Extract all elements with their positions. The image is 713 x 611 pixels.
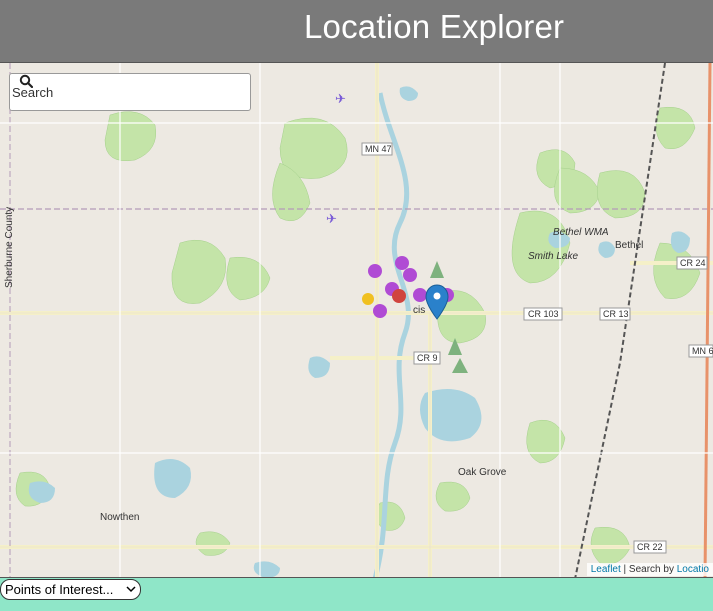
- svg-text:Oak Grove: Oak Grove: [458, 467, 507, 478]
- svg-text:CR 24: CR 24: [680, 258, 706, 268]
- map-view[interactable]: ✈ ✈ MN 47 CR 24 CR 103 CR 13 CR 9 MN 6 C…: [0, 62, 713, 578]
- app-header: Location Explorer: [0, 0, 713, 62]
- svg-text:cis: cis: [413, 305, 425, 316]
- poi-select-value: Points of Interest...: [5, 582, 114, 597]
- svg-text:MN 47: MN 47: [365, 144, 392, 154]
- poi-select[interactable]: Points of Interest...: [0, 579, 141, 600]
- map-tiles: ✈ ✈ MN 47 CR 24 CR 103 CR 13 CR 9 MN 6 C…: [0, 63, 713, 577]
- svg-text:Sherburne County: Sherburne County: [4, 207, 15, 288]
- svg-text:CR 103: CR 103: [528, 309, 559, 319]
- leaflet-link[interactable]: Leaflet: [591, 564, 621, 575]
- search-icon: [19, 74, 33, 88]
- svg-text:✈: ✈: [335, 92, 346, 107]
- attribution-separator: | Search by: [620, 564, 677, 575]
- svg-text:Smith Lake: Smith Lake: [528, 251, 578, 262]
- page-title: Location Explorer: [304, 8, 565, 45]
- svg-text:CR 9: CR 9: [417, 353, 438, 363]
- chevron-down-icon: [126, 586, 136, 593]
- svg-text:Bethel WMA: Bethel WMA: [553, 227, 609, 238]
- svg-text:Bethel: Bethel: [615, 240, 643, 251]
- svg-text:MN 6: MN 6: [692, 346, 713, 356]
- svg-text:CR 22: CR 22: [637, 542, 663, 552]
- search-input[interactable]: [10, 83, 204, 101]
- map-attribution: Leaflet | Search by Locatio: [586, 563, 713, 576]
- svg-text:Nowthen: Nowthen: [100, 512, 139, 523]
- svg-text:CR 13: CR 13: [603, 309, 629, 319]
- search-box[interactable]: [9, 73, 251, 111]
- search-provider-link[interactable]: Locatio: [677, 564, 709, 575]
- svg-text:✈: ✈: [326, 212, 337, 227]
